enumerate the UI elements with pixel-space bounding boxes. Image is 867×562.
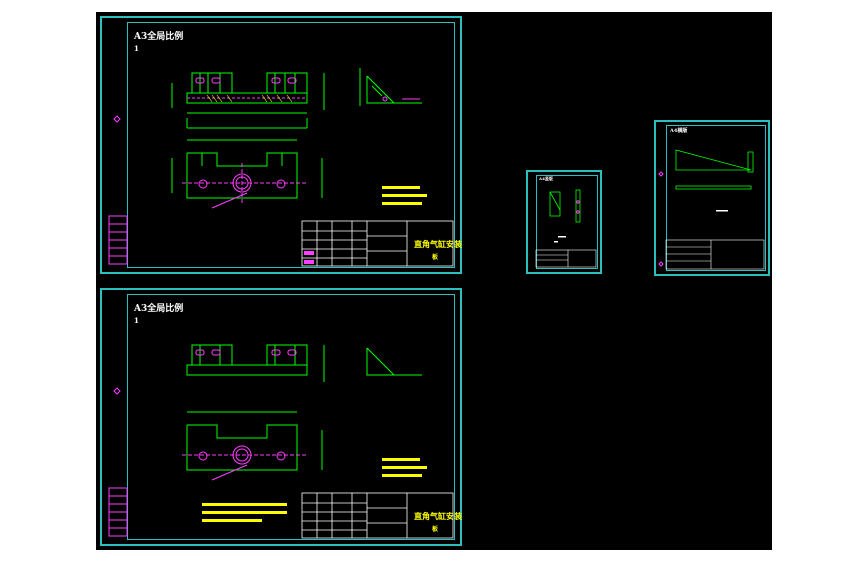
sheet-1-drawing — [108, 68, 454, 267]
drawing-sheet-1[interactable]: A3全局比例 1 直角气缸安装 板 — [100, 16, 462, 274]
drawing-sheet-4[interactable]: A4横版 — [654, 120, 770, 276]
sheet-4-drawing — [658, 149, 765, 270]
cad-canvas[interactable]: A3全局比例 1 直角气缸安装 板 A3全局比例 1 直角气缸安装 板 A4竖版… — [96, 12, 772, 550]
sheet-3-drawing — [535, 189, 597, 268]
sheet-2-drawing — [108, 344, 454, 539]
drawing-sheet-3[interactable]: A4竖版 — [526, 170, 602, 274]
drawing-sheet-2[interactable]: A3全局比例 1 直角气缸安装 板 — [100, 288, 462, 546]
